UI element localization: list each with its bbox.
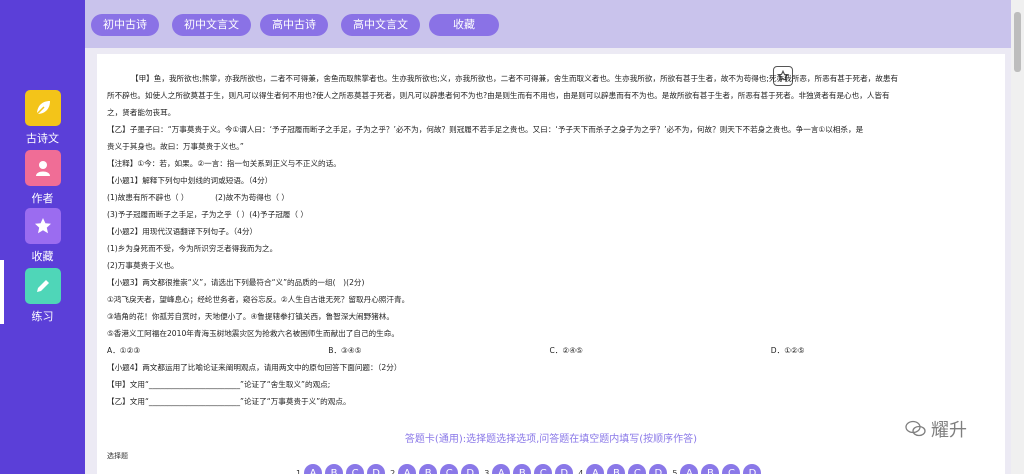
passage-line: 【小题4】两文都运用了比喻论证来阐明观点，请用两文中的原句回答下面问题：（2分） xyxy=(107,363,402,372)
passage-text: 【甲】鱼，我所欲也;熊掌，亦我所欲也，二者不可得兼，舍鱼而取熊掌者也。生亦我所欲… xyxy=(107,70,992,410)
passage-line: 【小题2】用现代汉语翻译下列句子。（4分） xyxy=(107,227,258,236)
option-a: A．①②③ xyxy=(107,346,141,355)
choice-button[interactable]: A xyxy=(398,464,417,474)
sidebar-item-label: 收藏 xyxy=(31,250,54,263)
choice-button[interactable]: C xyxy=(346,464,365,474)
passage-line: ①鸿飞戾天者，望峰息心；经纶世务者，窥谷忘反。②人生自古谁无死？留取丹心照汗青。 xyxy=(107,295,410,304)
passage-line: 所不辟也。如使人之所欲莫甚于生，则凡可以得生者何不用也?使人之所恶莫甚于死者，则… xyxy=(107,91,890,100)
passage-line: (1)乡为身死而不受，今为所识穷乏者得我而为之。 xyxy=(107,244,278,253)
question-number: 1 xyxy=(296,468,302,474)
question-number: 3 xyxy=(484,468,490,474)
option-d: D．①②⑤ xyxy=(770,346,805,355)
passage-line: 之，贤者能勿丧耳。 xyxy=(107,108,176,117)
passage-line: 【乙】子墨子曰：“万事莫贵于义。今①谓人曰：‘予子冠履而断子之手足，子为之乎？’… xyxy=(107,125,864,134)
vertical-scrollbar[interactable] xyxy=(1011,0,1024,474)
leaf-icon xyxy=(24,90,61,126)
passage-line: ③墙角的花！你孤芳自赏时，天地便小了。④鲁提辖拳打镇关西，鲁智深大闹野猪林。 xyxy=(107,312,394,321)
passage-line: (3)予子冠履而断子之手足，子为之乎（ ）(4)予子冠履（ ） xyxy=(107,210,308,219)
watermark: 耀升 xyxy=(905,416,967,442)
choice-button[interactable]: C xyxy=(722,464,741,474)
answer-card-title: 答题卡(通用):选择题选择选项,问答题在填空题内填写(按顺序作答) xyxy=(404,434,698,445)
star-icon xyxy=(24,208,61,244)
sidebar: 古诗文 作者 收藏 练习 xyxy=(0,0,85,474)
tab-junior-poetry[interactable]: 初中古诗 xyxy=(91,14,159,36)
sidebar-item-practice[interactable]: 练习 xyxy=(0,260,85,324)
choice-button[interactable]: A xyxy=(680,464,699,474)
passage-line: (2)万事莫贵于义也。 xyxy=(107,261,179,270)
sidebar-item-label: 作者 xyxy=(31,192,54,205)
choice-button[interactable]: D xyxy=(461,464,480,474)
question-number: 4 xyxy=(578,468,584,474)
question-number: 2 xyxy=(390,468,396,474)
passage-line: ⑤香港义工阿福在2010年青海玉树地震灾区为抢救六名被困师生而献出了自己的生命。 xyxy=(107,329,399,338)
choice-button[interactable]: C xyxy=(628,464,647,474)
passage-line: (1)故患有所不辟也（ ） (2)故不为苟得也（ ） xyxy=(107,193,290,202)
passage-line: 【小题1】解释下列句中划线的词或短语。（4分） xyxy=(107,176,273,185)
passage-line: 【注释】①今：若，如果。②一言：指一句关系到正义与不正义的话。 xyxy=(107,159,341,168)
choice-button[interactable]: C xyxy=(534,464,553,474)
sidebar-item-author[interactable]: 作者 xyxy=(0,150,85,206)
passage-line: 【乙】文用“________________________”论证了“万事莫贵于… xyxy=(107,397,351,406)
answer-card-subtitle: 选择题 xyxy=(107,452,128,460)
choice-options: A．①②③ B．③④⑤ C．②④⑤ D．①②⑤ xyxy=(107,342,992,359)
choice-button[interactable]: B xyxy=(419,464,438,474)
tab-senior-classical[interactable]: 高中文言文 xyxy=(341,14,420,36)
passage-line: 【甲】鱼，我所欲也;熊掌，亦我所欲也，二者不可得兼，舍鱼而取熊掌者也。生亦我所欲… xyxy=(131,74,899,83)
exercise-panel: 【甲】鱼，我所欲也;熊掌，亦我所欲也，二者不可得兼，舍鱼而取熊掌者也。生亦我所欲… xyxy=(97,54,1005,474)
tab-senior-poetry[interactable]: 高中古诗 xyxy=(260,14,328,36)
sidebar-item-label: 练习 xyxy=(31,310,54,323)
sidebar-item-poetry[interactable]: 古诗文 xyxy=(0,90,85,146)
passage-line: 【甲】文用“________________________”论证了“舍生取义”… xyxy=(107,380,331,389)
tab-junior-classical[interactable]: 初中文言文 xyxy=(172,14,251,36)
choice-button[interactable]: D xyxy=(743,464,762,474)
pencil-icon xyxy=(24,268,61,304)
choice-button[interactable]: C xyxy=(440,464,459,474)
choice-button[interactable]: B xyxy=(513,464,532,474)
choice-button[interactable]: A xyxy=(304,464,323,474)
choice-button[interactable]: A xyxy=(492,464,511,474)
sidebar-item-label: 古诗文 xyxy=(26,132,59,145)
wechat-icon xyxy=(905,420,926,437)
top-tab-bar: 初中古诗 初中文言文 高中古诗 高中文言文 收藏 xyxy=(85,0,1011,48)
person-icon xyxy=(24,150,61,186)
answer-choices-row: 1 A B C D 2 A B C D 3 A B C D 4 A B C D … xyxy=(294,464,764,474)
passage-line: 【小题3】两文都很推崇“义”，请选出下列最符合“义”的品质的一组( )(2分) xyxy=(107,278,365,287)
tab-favorites[interactable]: 收藏 xyxy=(429,14,499,36)
watermark-text: 耀升 xyxy=(931,420,967,441)
app-window: 古诗文 作者 收藏 练习 初中古诗 初中文言文 高中古诗 高中文言文 收藏 【甲… xyxy=(0,0,1024,474)
choice-button[interactable]: A xyxy=(586,464,605,474)
option-b: B．③④⑤ xyxy=(328,346,362,355)
sidebar-item-favorites[interactable]: 收藏 xyxy=(0,208,85,264)
choice-button[interactable]: B xyxy=(325,464,344,474)
choice-button[interactable]: B xyxy=(701,464,720,474)
choice-button[interactable]: D xyxy=(555,464,574,474)
choice-button[interactable]: D xyxy=(649,464,668,474)
scrollbar-thumb[interactable] xyxy=(1014,12,1021,72)
question-number: 5 xyxy=(672,468,678,474)
passage-line: 贵义于其身也。故曰：万事莫贵于义也。” xyxy=(107,142,244,151)
option-c: C．②④⑤ xyxy=(549,346,583,355)
choice-button[interactable]: D xyxy=(367,464,386,474)
choice-button[interactable]: B xyxy=(607,464,626,474)
